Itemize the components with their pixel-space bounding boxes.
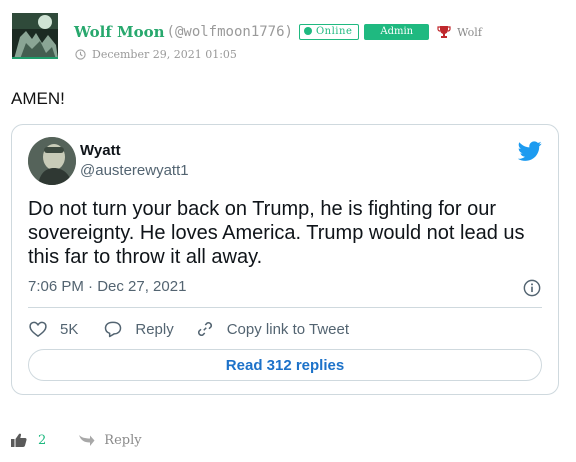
comment-reply-button[interactable]: Reply bbox=[78, 432, 142, 448]
twitter-bird-icon[interactable] bbox=[518, 139, 542, 163]
reply-label: Reply bbox=[135, 320, 174, 338]
clock-icon bbox=[75, 48, 86, 60]
reply-action[interactable]: Reply bbox=[103, 319, 174, 339]
like-count: 5K bbox=[60, 320, 79, 338]
tweet-divider bbox=[28, 307, 542, 308]
tweet-author-handle[interactable]: @austerewyatt1 bbox=[80, 162, 189, 179]
like-action[interactable]: 5K bbox=[28, 319, 78, 339]
comment-reply-label: Reply bbox=[104, 432, 142, 448]
rank-label: Wolf bbox=[457, 25, 482, 39]
copy-link-label: Copy link to Tweet bbox=[226, 320, 350, 338]
tweet-avatar[interactable] bbox=[28, 137, 76, 185]
tweet-author-name[interactable]: Wyatt bbox=[80, 142, 121, 159]
reply-bubble-icon bbox=[105, 321, 122, 338]
online-badge-label: Online bbox=[315, 26, 353, 37]
link-icon bbox=[197, 322, 212, 336]
embedded-tweet[interactable]: Wyatt @austerewyatt1 Do not turn your ba… bbox=[11, 124, 559, 395]
trophy-icon bbox=[437, 25, 451, 39]
reply-arrow-icon bbox=[79, 434, 95, 446]
author-handle: (@wolfmoon1776) bbox=[166, 24, 293, 40]
timestamp-text: December 29, 2021 01:05 bbox=[92, 47, 237, 61]
author-avatar[interactable] bbox=[12, 13, 58, 59]
thumbs-up-icon[interactable] bbox=[11, 433, 27, 447]
author-name[interactable]: Wolf Moon bbox=[74, 23, 165, 41]
author-line: Wolf Moon (@wolfmoon1776) Online Admin W… bbox=[74, 23, 482, 41]
read-replies-button[interactable]: Read 312 replies bbox=[28, 349, 542, 381]
admin-badge: Admin bbox=[364, 24, 430, 40]
online-dot-icon bbox=[303, 27, 312, 35]
tweet-text: Do not turn your back on Trump, he is fi… bbox=[28, 198, 525, 268]
heart-icon bbox=[29, 321, 47, 338]
comment-timestamp: December 29, 2021 01:05 bbox=[75, 46, 237, 62]
tweet-time[interactable]: 7:06 PM · Dec 27, 2021 bbox=[28, 278, 186, 295]
copy-link-action[interactable]: Copy link to Tweet bbox=[195, 319, 349, 339]
tweet-actions: 5K Reply Copy link to Tweet bbox=[28, 317, 349, 341]
comment-like-count: 2 bbox=[38, 432, 47, 448]
online-badge: Online bbox=[298, 24, 360, 40]
comment-text: AMEN! bbox=[11, 89, 65, 108]
comment-footer: 2 Reply bbox=[11, 430, 142, 450]
avatar-underline bbox=[12, 57, 58, 59]
info-icon[interactable] bbox=[523, 279, 541, 297]
